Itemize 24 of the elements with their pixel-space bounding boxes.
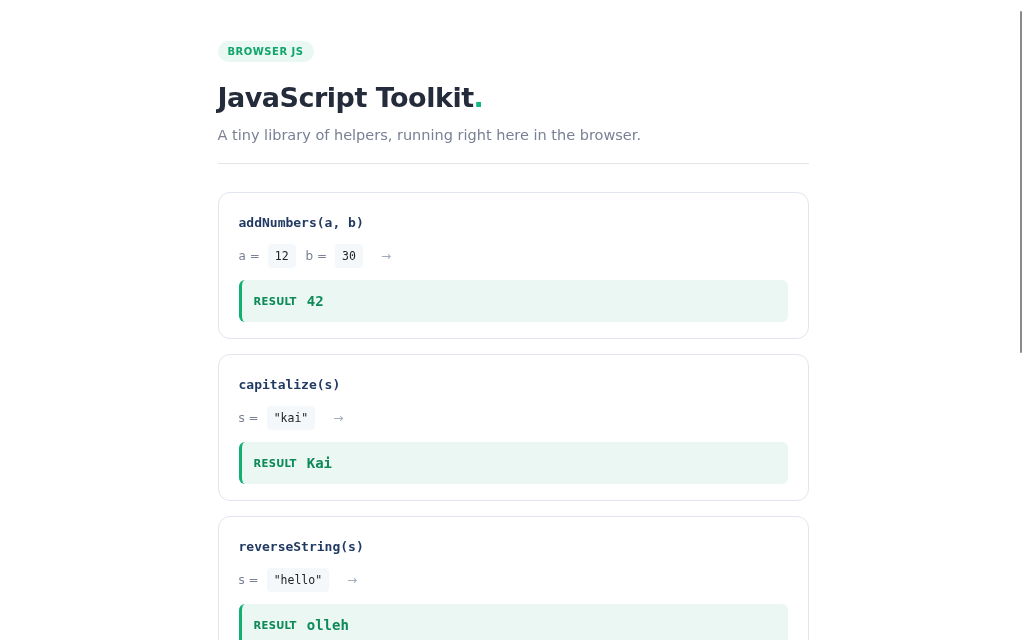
category-badge: BROWSER JS bbox=[217, 41, 314, 62]
result-label: RESULT bbox=[253, 295, 297, 307]
argument-label: a = bbox=[238, 249, 260, 263]
argument-value: "hello" bbox=[266, 568, 330, 592]
argument-label: s = bbox=[238, 573, 259, 587]
argument-label: s = bbox=[238, 411, 259, 425]
page-subtitle: A tiny library of helpers, running right here in the browser. bbox=[217, 127, 643, 143]
argument-value: 12 bbox=[267, 244, 296, 268]
page-title: JavaScript Toolkit. bbox=[217, 82, 485, 113]
scrollbar-thumb[interactable] bbox=[1020, 11, 1022, 353]
function-signature: addNumbers(a, b) bbox=[238, 215, 365, 230]
result-value: 42 bbox=[306, 293, 324, 309]
result-value: olleh bbox=[306, 617, 349, 633]
argument-value: 30 bbox=[335, 244, 363, 268]
result-label: RESULT bbox=[253, 619, 297, 631]
function-signature: reverseString(s) bbox=[238, 539, 365, 554]
function-signature: capitalize(s) bbox=[238, 377, 342, 392]
argument-value: "kai" bbox=[266, 406, 316, 430]
arrow-text: → bbox=[380, 249, 391, 263]
argument-label: b = bbox=[305, 249, 328, 263]
arrow-text: → bbox=[347, 573, 358, 587]
result-value: Kai bbox=[306, 455, 332, 471]
arrow-text: → bbox=[333, 411, 344, 425]
result-label: RESULT bbox=[253, 457, 297, 469]
